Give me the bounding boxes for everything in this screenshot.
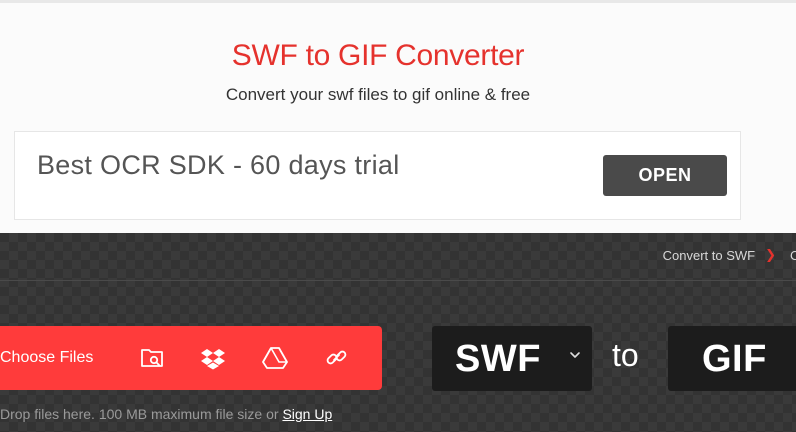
ad-banner[interactable]: Best OCR SDK - 60 days trial OPEN — [14, 131, 741, 220]
sign-up-link[interactable]: Sign Up — [282, 406, 332, 422]
ad-text[interactable]: Best OCR SDK - 60 days trial — [37, 150, 400, 181]
converter-panel: Convert to SWF ❯ C Choose Files Drop fil… — [0, 233, 796, 432]
choose-files-label: Choose Files — [0, 349, 94, 366]
to-format-value: GIF — [702, 338, 767, 380]
to-format-select[interactable]: GIF — [668, 326, 796, 391]
from-format-select[interactable]: SWF — [432, 326, 592, 391]
chevron-down-icon — [570, 352, 580, 358]
choose-files-button[interactable]: Choose Files — [0, 326, 382, 390]
page-title: SWF to GIF Converter — [231, 39, 525, 72]
page-subtitle: Convert your swf files to gif online & f… — [225, 85, 531, 104]
chevron-right-icon: ❯ — [765, 247, 776, 262]
breadcrumb-link-next[interactable]: C — [790, 248, 796, 263]
from-format-value: SWF — [455, 338, 541, 380]
ad-open-button[interactable]: OPEN — [603, 155, 727, 196]
breadcrumb: Convert to SWF ❯ C — [663, 247, 796, 263]
link-icon[interactable] — [324, 346, 350, 370]
dropbox-icon[interactable] — [200, 346, 226, 370]
folder-search-icon[interactable] — [140, 346, 166, 370]
to-label: to — [612, 337, 639, 373]
breadcrumb-link-convert-to-swf[interactable]: Convert to SWF — [663, 248, 755, 263]
google-drive-icon[interactable] — [262, 346, 288, 370]
divider — [0, 280, 796, 281]
top-banner: SWF to GIF Converter Convert your swf fi… — [0, 0, 796, 233]
drop-hint: Drop files here. 100 MB maximum file siz… — [0, 406, 333, 422]
